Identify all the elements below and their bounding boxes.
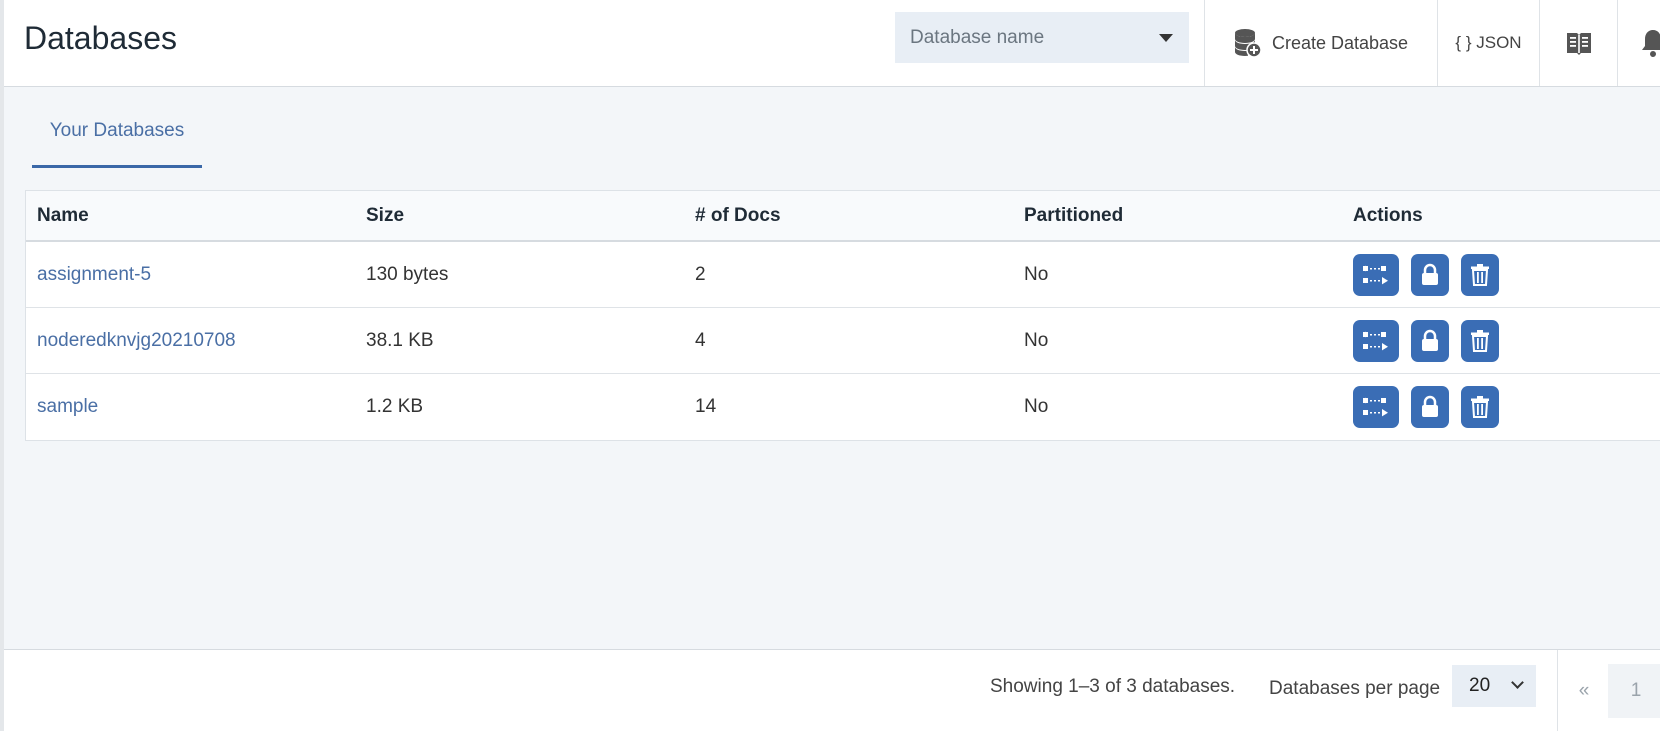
notifications-button[interactable] <box>1617 0 1660 86</box>
page-number: 1 <box>1630 680 1642 701</box>
bell-icon <box>1642 30 1660 57</box>
replicate-icon <box>1363 265 1388 285</box>
database-size: 38.1 KB <box>366 329 434 351</box>
delete-button[interactable] <box>1461 386 1499 428</box>
replicate-button[interactable] <box>1353 386 1399 428</box>
table-header: Name Size # of Docs Partitioned Actions <box>26 191 1660 242</box>
replicate-button[interactable] <box>1353 320 1399 362</box>
footer: Showing 1–3 of 3 databases. Databases pe… <box>4 649 1660 731</box>
database-name-link[interactable]: assignment-5 <box>37 264 151 286</box>
database-name-placeholder: Database name <box>910 26 1045 48</box>
database-size: 130 bytes <box>366 263 449 285</box>
column-header-actions: Actions <box>1353 204 1423 226</box>
previous-page-button[interactable]: « <box>1564 664 1604 718</box>
header: Databases Database name Create Database … <box>4 0 1660 87</box>
replicate-icon <box>1363 331 1388 351</box>
pagination-summary: Showing 1–3 of 3 databases. <box>990 676 1236 697</box>
database-name-select[interactable]: Database name <box>895 12 1189 63</box>
caret-down-icon <box>1159 34 1173 42</box>
table-row: assignment-5 130 bytes 2 No <box>26 242 1660 308</box>
lock-icon <box>1422 329 1438 351</box>
database-add-icon <box>1234 29 1262 58</box>
trash-icon <box>1471 264 1489 286</box>
column-header-docs[interactable]: # of Docs <box>695 205 781 227</box>
permissions-button[interactable] <box>1411 320 1449 362</box>
column-header-partitioned[interactable]: Partitioned <box>1024 205 1123 227</box>
replicate-icon <box>1363 397 1388 417</box>
page-title: Databases <box>24 20 177 56</box>
per-page-select[interactable]: 20 <box>1452 665 1536 707</box>
database-doc-count: 4 <box>695 329 706 351</box>
page-1-button[interactable]: 1 <box>1608 664 1660 718</box>
create-database-label: Create Database <box>1271 32 1409 53</box>
database-size: 1.2 KB <box>366 396 424 417</box>
database-partitioned: No <box>1024 396 1049 417</box>
book-icon <box>1566 33 1591 55</box>
row-actions <box>1353 320 1499 362</box>
permissions-button[interactable] <box>1411 254 1449 296</box>
databases-table: Name Size # of Docs Partitioned Actions … <box>25 190 1660 441</box>
lock-icon <box>1422 395 1438 417</box>
database-name-link[interactable]: noderedknvjg20210708 <box>37 330 236 352</box>
lock-icon <box>1422 263 1438 285</box>
row-actions <box>1353 386 1499 428</box>
database-partitioned: No <box>1024 329 1049 351</box>
tab-your-databases[interactable]: Your Databases <box>32 110 202 168</box>
permissions-button[interactable] <box>1411 386 1449 428</box>
replicate-button[interactable] <box>1353 254 1399 296</box>
table-row: sample 1.2 KB 14 No <box>26 374 1660 440</box>
per-page-value: 20 <box>1469 675 1491 696</box>
left-edge <box>0 0 4 731</box>
delete-button[interactable] <box>1461 320 1499 362</box>
column-header-size[interactable]: Size <box>366 205 404 227</box>
database-partitioned: No <box>1024 263 1049 285</box>
database-doc-count: 14 <box>695 396 717 417</box>
pager-divider <box>1557 650 1558 731</box>
column-header-name[interactable]: Name <box>37 205 89 227</box>
previous-page-label: « <box>1578 680 1590 701</box>
database-name-link[interactable]: sample <box>37 396 98 418</box>
table-row: noderedknvjg20210708 38.1 KB 4 No <box>26 308 1660 374</box>
row-actions <box>1353 254 1499 296</box>
trash-icon <box>1471 330 1489 352</box>
tab-label: Your Databases <box>49 120 185 141</box>
create-database-button[interactable]: Create Database <box>1204 0 1437 86</box>
documentation-button[interactable] <box>1539 0 1617 86</box>
delete-button[interactable] <box>1461 254 1499 296</box>
database-doc-count: 2 <box>695 263 706 285</box>
json-label: { } JSON <box>1455 33 1522 52</box>
per-page-label: Databases per page <box>1269 678 1441 699</box>
json-button[interactable]: { } JSON <box>1437 0 1539 86</box>
chevron-down-icon <box>1511 676 1524 689</box>
trash-icon <box>1471 396 1489 418</box>
